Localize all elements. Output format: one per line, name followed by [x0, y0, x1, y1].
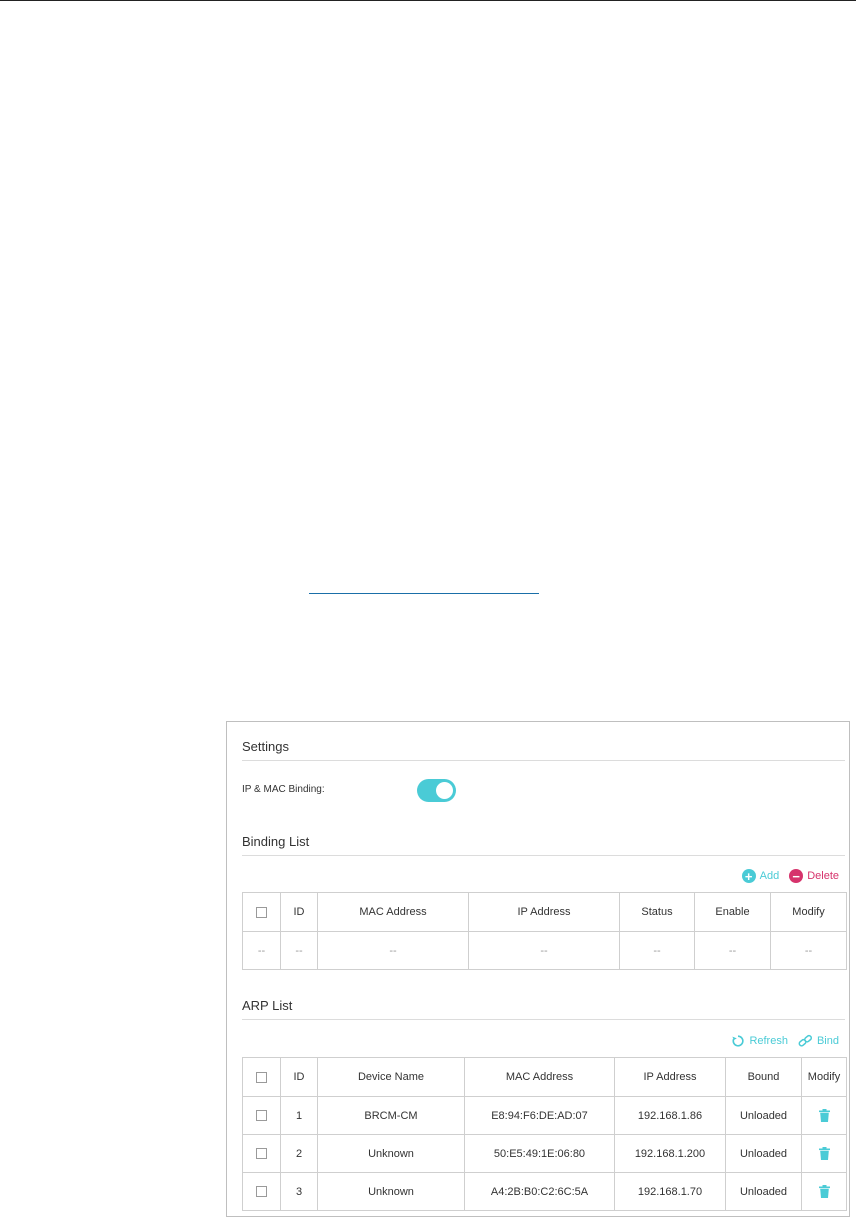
link-icon	[798, 1034, 812, 1047]
id-cell: 3	[280, 1172, 318, 1211]
select-all-checkbox[interactable]	[256, 1071, 267, 1083]
refresh-button[interactable]: Refresh	[731, 1034, 788, 1048]
add-button[interactable]: + Add	[741, 869, 780, 883]
header-modify: Modify	[801, 1057, 847, 1097]
binding-list-header-row: ID MAC Address IP Address Status Enable …	[242, 892, 847, 932]
header-modify: Modify	[770, 892, 847, 932]
header-enable: Enable	[694, 892, 771, 932]
mac-address-cell: A4:2B:B0:C2:6C:5A	[464, 1172, 615, 1211]
id-cell: 2	[280, 1134, 318, 1173]
header-device-name: Device Name	[317, 1057, 465, 1097]
binding-list-title: Binding List	[242, 834, 310, 849]
id-cell: 1	[280, 1096, 318, 1135]
mac-address-cell: E8:94:F6:DE:AD:07	[464, 1096, 615, 1135]
ip-address-cell: 192.168.1.86	[614, 1096, 726, 1135]
delete-button[interactable]: − Delete	[789, 869, 839, 883]
trash-icon[interactable]	[818, 1185, 830, 1198]
ip-mac-binding-toggle[interactable]	[417, 779, 456, 802]
bound-cell: Unloaded	[725, 1172, 802, 1211]
header-ip-address: IP Address	[468, 892, 620, 932]
arp-list-header-row: ID Device Name MAC Address IP Address Bo…	[242, 1057, 847, 1097]
table-row: -- -- -- -- -- -- --	[242, 931, 847, 970]
top-divider	[0, 0, 856, 1]
binding-list-table: ID MAC Address IP Address Status Enable …	[242, 892, 847, 970]
binding-list-actions: + Add − Delete	[741, 869, 839, 883]
refresh-label: Refresh	[749, 1035, 788, 1047]
arp-list-divider	[242, 1019, 845, 1020]
empty-cell: --	[317, 931, 469, 970]
row-checkbox[interactable]	[256, 1110, 267, 1122]
toggle-knob	[436, 782, 453, 799]
row-checkbox[interactable]	[256, 1148, 267, 1160]
bound-cell: Unloaded	[725, 1134, 802, 1173]
bound-cell: Unloaded	[725, 1096, 802, 1135]
modify-cell	[801, 1134, 847, 1173]
binding-list-divider	[242, 855, 845, 856]
arp-list-table: ID Device Name MAC Address IP Address Bo…	[242, 1057, 847, 1211]
row-checkbox[interactable]	[256, 1186, 267, 1198]
delete-label: Delete	[807, 870, 839, 882]
bind-label: Bind	[816, 1035, 839, 1047]
header-bound: Bound	[725, 1057, 802, 1097]
bind-button[interactable]: Bind	[798, 1034, 839, 1048]
trash-icon[interactable]	[818, 1147, 830, 1160]
arp-list-title: ARP List	[242, 998, 293, 1013]
settings-title: Settings	[242, 739, 289, 754]
select-all-checkbox[interactable]	[256, 906, 267, 918]
delete-icon: −	[789, 869, 804, 883]
header-ip-address: IP Address	[614, 1057, 726, 1097]
empty-cell: --	[468, 931, 620, 970]
empty-cell: --	[619, 931, 695, 970]
empty-cell: --	[280, 931, 318, 970]
empty-cell: --	[694, 931, 771, 970]
arp-select-all-cell	[242, 1057, 281, 1097]
row-checkbox-cell	[242, 1172, 281, 1211]
table-row: 1 BRCM-CM E8:94:F6:DE:AD:07 192.168.1.86…	[242, 1096, 847, 1135]
header-status: Status	[619, 892, 695, 932]
settings-divider	[242, 760, 845, 761]
link-underline	[309, 593, 539, 594]
trash-icon[interactable]	[818, 1109, 830, 1122]
refresh-icon	[732, 1035, 745, 1047]
add-label: Add	[759, 870, 780, 882]
add-icon: +	[741, 869, 756, 883]
table-row: 2 Unknown 50:E5:49:1E:06:80 192.168.1.20…	[242, 1134, 847, 1173]
device-name-cell: Unknown	[317, 1172, 465, 1211]
empty-cell: --	[242, 931, 281, 970]
header-id: ID	[280, 1057, 318, 1097]
header-id: ID	[280, 892, 318, 932]
binding-select-all-cell	[242, 892, 281, 932]
table-row: 3 Unknown A4:2B:B0:C2:6C:5A 192.168.1.70…	[242, 1172, 847, 1211]
ip-address-cell: 192.168.1.70	[614, 1172, 726, 1211]
header-mac-address: MAC Address	[464, 1057, 615, 1097]
empty-cell: --	[770, 931, 847, 970]
ip-address-cell: 192.168.1.200	[614, 1134, 726, 1173]
row-checkbox-cell	[242, 1096, 281, 1135]
ip-mac-binding-label: IP & MAC Binding:	[242, 784, 325, 795]
row-checkbox-cell	[242, 1134, 281, 1173]
modify-cell	[801, 1172, 847, 1211]
mac-address-cell: 50:E5:49:1E:06:80	[464, 1134, 615, 1173]
device-name-cell: Unknown	[317, 1134, 465, 1173]
header-mac-address: MAC Address	[317, 892, 469, 932]
arp-list-actions: Refresh Bind	[731, 1034, 839, 1048]
device-name-cell: BRCM-CM	[317, 1096, 465, 1135]
modify-cell	[801, 1096, 847, 1135]
ip-mac-binding-panel: Settings IP & MAC Binding: Binding List …	[226, 721, 850, 1217]
